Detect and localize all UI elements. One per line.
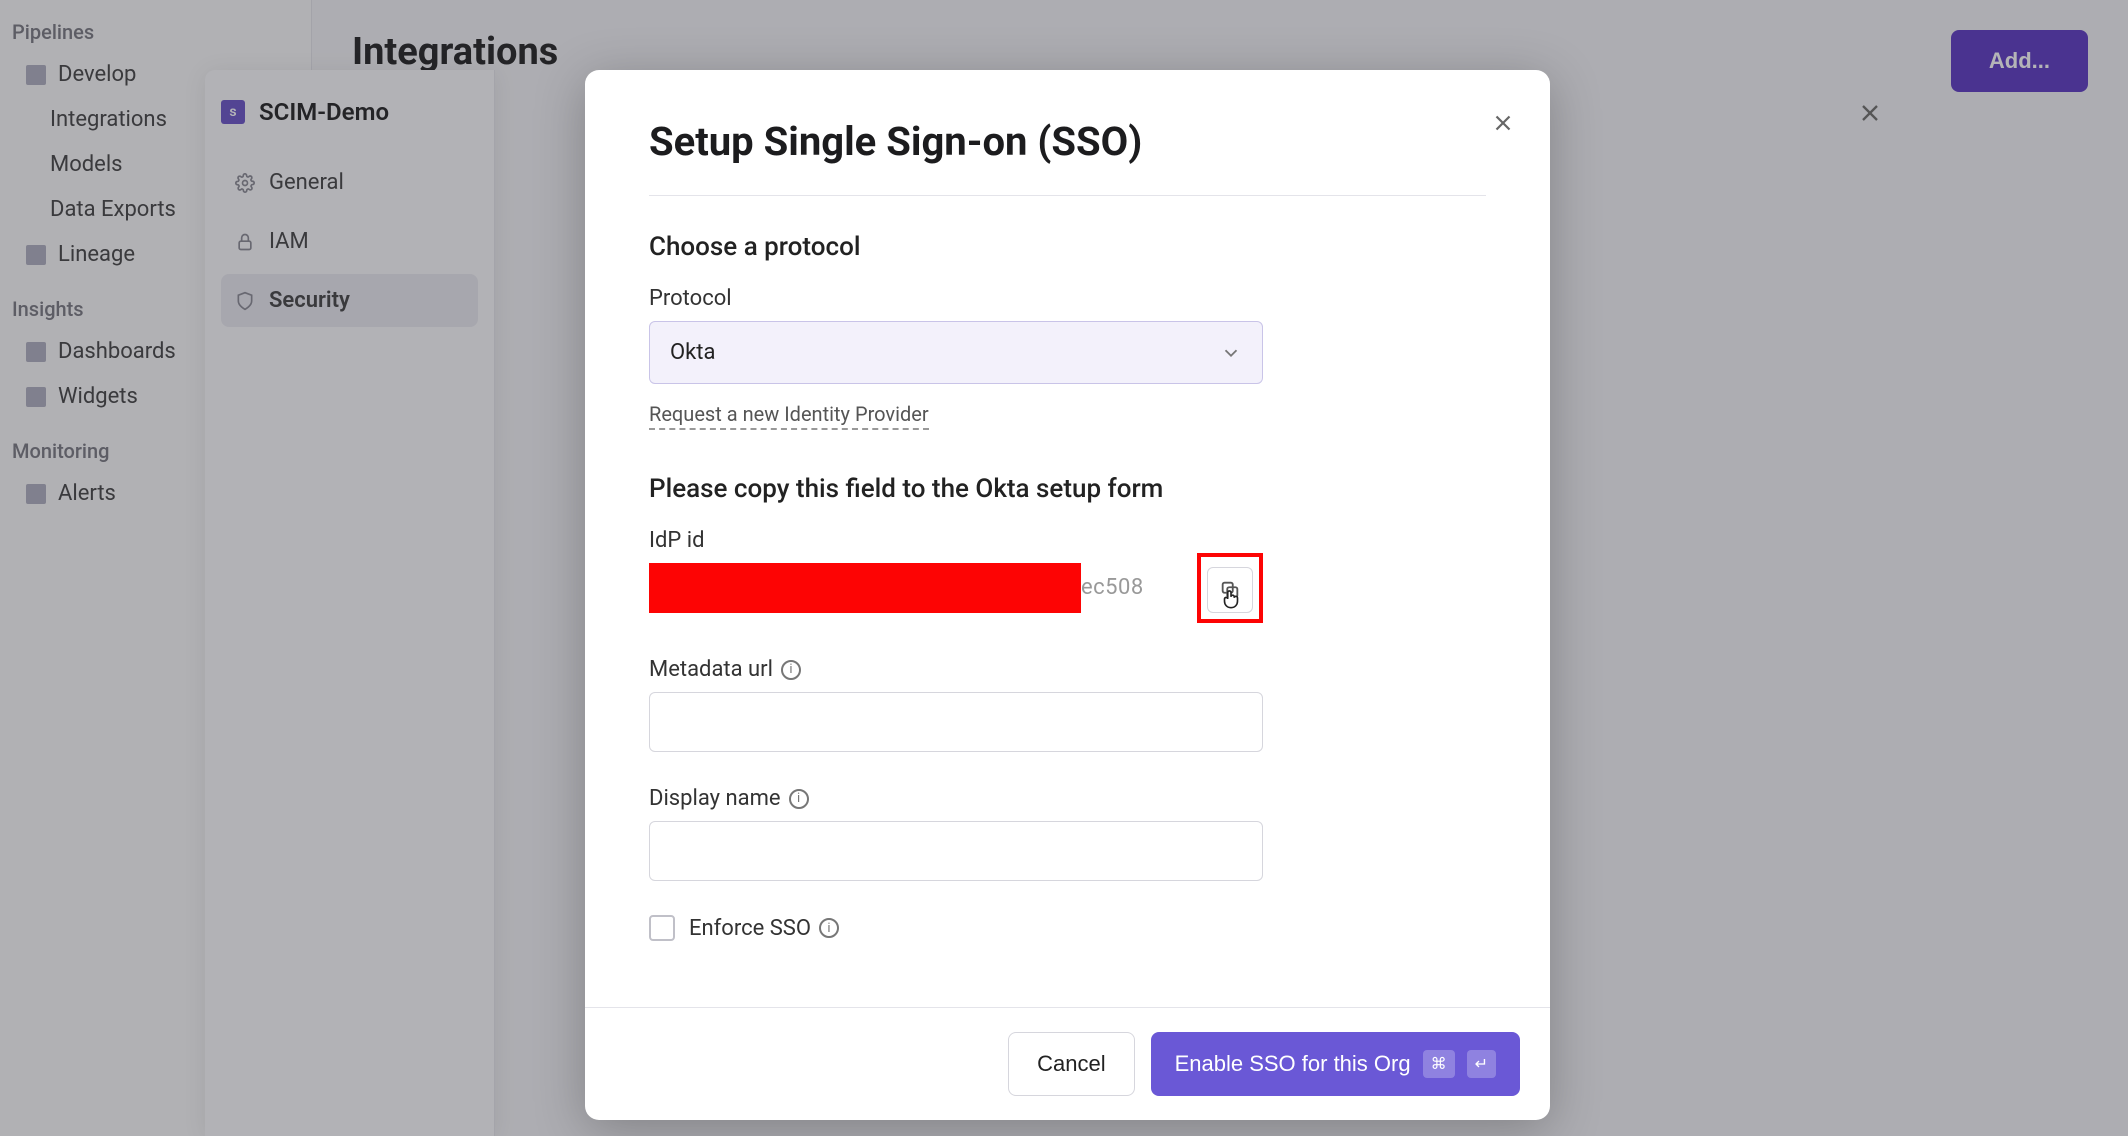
cancel-button-label: Cancel	[1037, 1051, 1105, 1076]
section-heading: Choose a protocol	[649, 232, 1486, 262]
info-icon[interactable]: i	[781, 660, 801, 680]
close-icon	[1490, 110, 1516, 136]
redaction-box	[649, 563, 1081, 613]
cursor-icon	[1218, 586, 1244, 612]
modal-title: Setup Single Sign-on (SSO)	[649, 118, 1486, 165]
protocol-select[interactable]: Okta	[649, 321, 1263, 384]
enforce-sso-checkbox[interactable]	[649, 915, 675, 941]
display-name-input[interactable]	[649, 821, 1263, 881]
idp-id-label: IdP id	[649, 528, 1486, 553]
kbd-enter-icon: ↵	[1467, 1050, 1496, 1078]
drawer-close-button[interactable]	[1852, 95, 1888, 131]
enforce-sso-label: Enforce SSO i	[689, 916, 839, 941]
cancel-button[interactable]: Cancel	[1008, 1032, 1134, 1096]
info-icon[interactable]: i	[819, 918, 839, 938]
protocol-label: Protocol	[649, 286, 1486, 311]
modal-footer: Cancel Enable SSO for this Org ⌘ ↵	[585, 1007, 1550, 1120]
protocol-select-value: Okta	[670, 340, 715, 365]
request-idp-link[interactable]: Request a new Identity Provider	[649, 402, 929, 430]
divider	[649, 195, 1486, 196]
kbd-cmd-icon: ⌘	[1423, 1050, 1455, 1078]
enable-sso-button-label: Enable SSO for this Org	[1175, 1051, 1411, 1077]
info-icon[interactable]: i	[789, 789, 809, 809]
copy-idp-button[interactable]	[1207, 567, 1253, 613]
modal-close-button[interactable]	[1488, 108, 1518, 138]
copy-button-highlight	[1197, 553, 1263, 623]
sso-modal: Setup Single Sign-on (SSO) Choose a prot…	[585, 70, 1550, 1120]
metadata-url-label: Metadata url i	[649, 657, 1486, 682]
idp-id-value-suffix: ec508	[1081, 575, 1144, 600]
section-heading: Please copy this field to the Okta setup…	[649, 474, 1486, 504]
idp-id-field[interactable]: ec508	[649, 563, 1179, 613]
metadata-url-input[interactable]	[649, 692, 1263, 752]
display-name-label: Display name i	[649, 786, 1486, 811]
enable-sso-button[interactable]: Enable SSO for this Org ⌘ ↵	[1151, 1032, 1520, 1096]
close-icon	[1856, 99, 1884, 127]
chevron-down-icon	[1220, 342, 1242, 364]
